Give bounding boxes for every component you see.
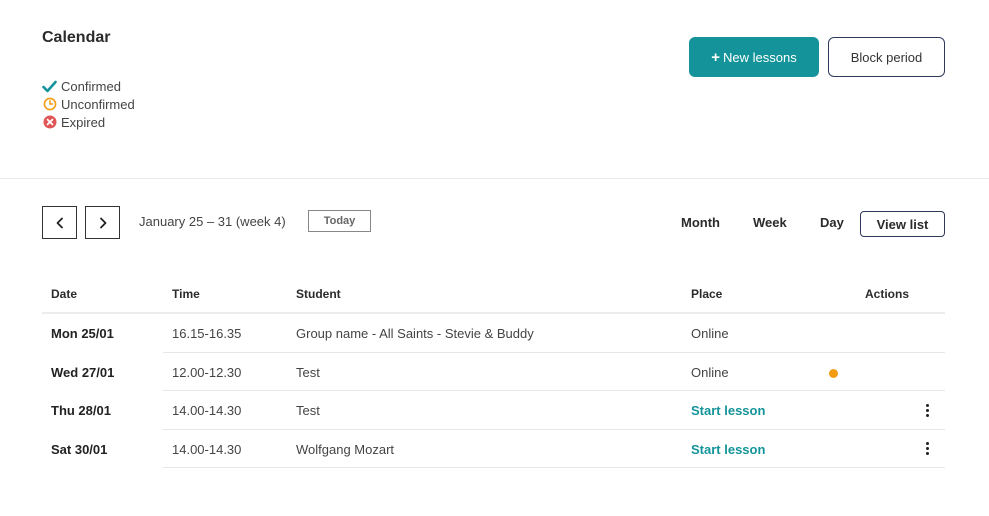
x-circle-icon <box>42 115 57 130</box>
legend-label: Expired <box>61 114 106 130</box>
block-period-button[interactable]: Block period <box>828 37 945 77</box>
column-header-date: Date <box>51 287 78 301</box>
unconfirmed-status-dot <box>829 368 838 378</box>
column-header-student: Student <box>296 287 341 301</box>
new-lessons-label: New lessons <box>723 49 797 65</box>
more-vertical-icon[interactable] <box>920 441 934 457</box>
next-week-button[interactable] <box>85 206 120 239</box>
lesson-student: Wolfgang Mozart <box>296 441 395 457</box>
legend-confirmed: Confirmed <box>42 77 135 95</box>
lesson-time: 16.15-16.35 <box>172 326 242 341</box>
plus-icon: + <box>711 48 721 66</box>
legend-label: Confirmed <box>61 78 121 94</box>
chevron-right-icon <box>99 217 106 228</box>
table-header: Date Time Student Place Actions <box>42 279 945 314</box>
previous-week-button[interactable] <box>42 206 77 239</box>
table-row[interactable]: Wed 27/01 12.00-12.30 Test Online <box>42 353 945 391</box>
table-row[interactable]: Thu 28/01 14.00-14.30 Test Start lesson <box>42 391 945 430</box>
lesson-date: Thu 28/01 <box>51 403 111 418</box>
view-list-button[interactable]: View list <box>860 211 945 237</box>
page-title: Calendar <box>42 29 111 46</box>
view-day-button[interactable]: Day <box>820 215 844 230</box>
lesson-student: Test <box>296 364 320 380</box>
column-header-actions: Actions <box>865 287 910 301</box>
lesson-date: Wed 27/01 <box>51 364 115 380</box>
view-month-button[interactable]: Month <box>681 215 720 230</box>
view-week-button[interactable]: Week <box>753 215 787 230</box>
lesson-place: Online <box>691 364 729 380</box>
column-header-time: Time <box>172 287 200 301</box>
table-row[interactable]: Mon 25/01 16.15-16.35 Group name - All S… <box>42 314 945 353</box>
chevron-left-icon <box>56 217 63 228</box>
check-icon <box>42 79 57 94</box>
more-vertical-icon[interactable] <box>920 402 934 418</box>
today-button[interactable]: Today <box>308 210 371 232</box>
table-row[interactable]: Sat 30/01 14.00-14.30 Wolfgang Mozart St… <box>42 430 945 468</box>
lesson-date: Mon 25/01 <box>51 326 114 341</box>
legend-expired: Expired <box>42 113 135 131</box>
lesson-date: Sat 30/01 <box>51 441 108 457</box>
legend-unconfirmed: Unconfirmed <box>42 95 135 113</box>
status-legend: Confirmed Unconfirmed Expired <box>42 77 135 131</box>
start-lesson-link[interactable]: Start lesson <box>691 403 765 418</box>
clock-icon <box>42 97 57 112</box>
lesson-time: 12.00-12.30 <box>172 364 242 380</box>
date-range-label: January 25 – 31 (week 4) <box>139 214 286 229</box>
lesson-time: 14.00-14.30 <box>172 441 242 457</box>
section-divider <box>0 178 989 179</box>
row-divider <box>163 467 945 468</box>
legend-label: Unconfirmed <box>61 96 135 112</box>
start-lesson-link[interactable]: Start lesson <box>691 442 765 457</box>
lesson-time: 14.00-14.30 <box>172 403 242 418</box>
lesson-student: Group name - All Saints - Stevie & Buddy <box>296 326 534 341</box>
lessons-table: Date Time Student Place Actions Mon 25/0… <box>42 279 945 468</box>
lesson-place: Online <box>691 326 729 341</box>
new-lessons-button[interactable]: + New lessons <box>689 37 819 77</box>
column-header-place: Place <box>691 287 723 301</box>
lesson-student: Test <box>296 403 320 418</box>
